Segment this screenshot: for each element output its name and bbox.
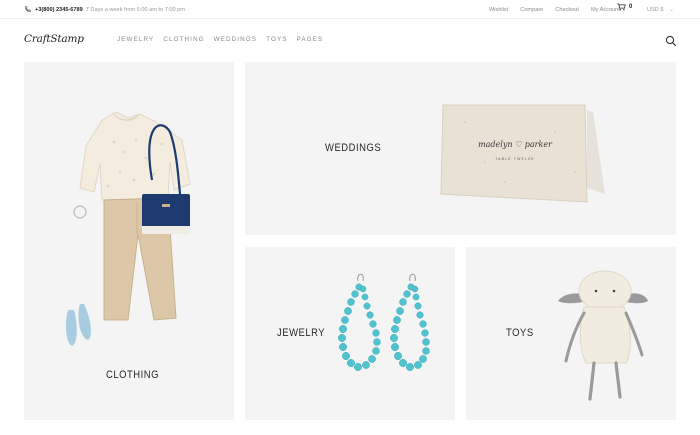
cart-button[interactable]: 0: [617, 3, 632, 11]
chevron-down-icon: ⌄: [669, 6, 674, 13]
checkout-link[interactable]: Checkout: [555, 7, 579, 13]
category-tile-jewelry[interactable]: JEWELRY: [245, 247, 455, 420]
cart-count: 0: [629, 4, 633, 10]
main-nav: JEWELRY CLOTHING WEDDINGS TOYS PAGES: [117, 36, 332, 43]
site-logo[interactable]: CraftStamp: [24, 33, 84, 45]
tile-label-clothing: CLOTHING: [106, 369, 160, 381]
wedding-card-names: madelyn ♡ parker: [478, 140, 552, 149]
compare-link[interactable]: Compare: [520, 7, 543, 13]
wishlist-link[interactable]: Wishlist: [489, 7, 508, 13]
opening-hours: 7 Days a week from 6:00 am to 7:00 pm: [85, 6, 185, 13]
top-bar: +3(800) 2345-6789 7 Days a week from 6:0…: [0, 0, 700, 19]
phone-icon: [25, 6, 31, 12]
cart-icon: [617, 3, 626, 11]
nav-item-toys[interactable]: TOYS: [266, 36, 287, 43]
nav-item-clothing[interactable]: CLOTHING: [163, 36, 204, 43]
my-account-link[interactable]: My Account: [591, 7, 620, 13]
account-links: Wishlist Compare Checkout My Account: [489, 4, 632, 15]
category-tile-clothing[interactable]: CLOTHING: [24, 62, 234, 420]
clothing-image: [65, 111, 191, 346]
wedding-card-subtitle: TABLE TWELVE: [495, 157, 535, 161]
phone-number[interactable]: +3(800) 2345-6789: [35, 7, 83, 13]
category-tile-toys[interactable]: TOYS: [466, 247, 676, 420]
search-icon[interactable]: [665, 35, 677, 47]
contact-info: +3(800) 2345-6789 7 Days a week from 6:0…: [24, 4, 185, 15]
earrings-image: [338, 273, 430, 371]
nav-item-jewelry[interactable]: JEWELRY: [117, 36, 154, 43]
nav-item-pages[interactable]: PAGES: [297, 36, 324, 43]
category-tile-weddings[interactable]: WEDDINGS madelyn ♡ parker TABLE TWELVE: [245, 62, 676, 235]
currency-value: USD $: [647, 6, 664, 13]
currency-selector[interactable]: USD $ ⌄: [647, 4, 674, 15]
toy-image: [558, 270, 648, 401]
nav-item-weddings[interactable]: WEDDINGS: [214, 36, 257, 43]
